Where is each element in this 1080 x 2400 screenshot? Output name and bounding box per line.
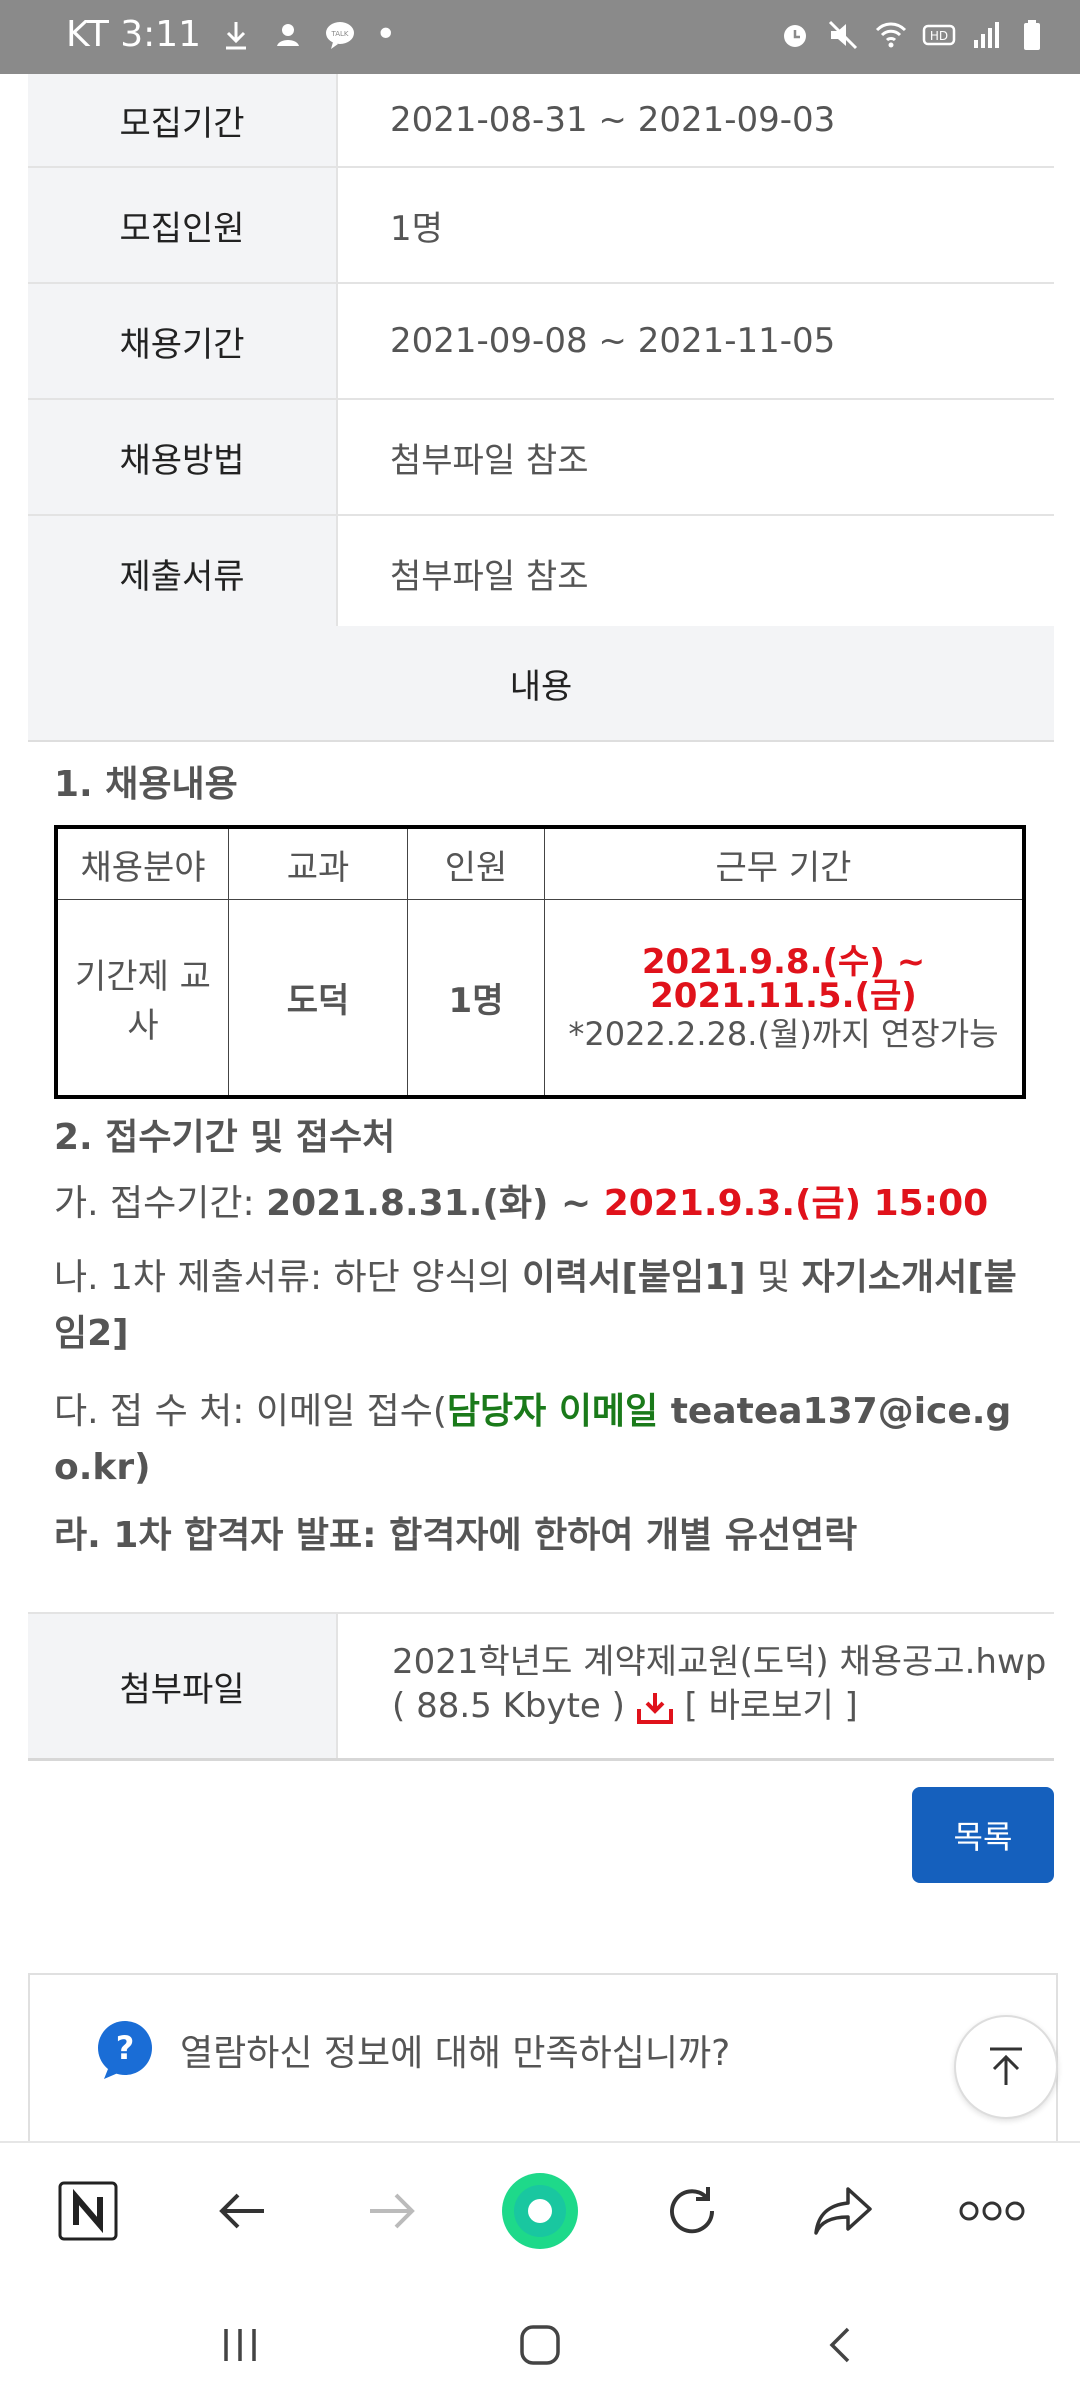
line-da-contact: 담당자 이메일 [446,1391,659,1432]
info-value: 첨부파일 참조 [390,440,589,481]
arrow-up-icon [990,2047,1022,2085]
battery-icon [1024,20,1040,50]
info-row-period: 모집기간 2021-08-31 ~ 2021-09-03 [28,74,1054,168]
table-cell-field: 기간제 교사 [55,899,229,1098]
line-na-mid: 및 [745,1257,802,1298]
share-icon [814,2187,872,2235]
naver-home-button[interactable] [48,2171,128,2251]
survey-question: 열람하신 정보에 대해 만족하십니까? [180,2033,731,2074]
attachment-label: 첨부파일 [28,1614,338,1758]
status-dot: • [375,14,397,55]
table-cell-count: 1명 [407,899,545,1098]
line-ga-end: 2021.9.3.(금) 15:00 [603,1183,989,1224]
content-header: 내용 [28,626,1054,742]
line-na: 나. 1차 제출서류: 하단 양식의 이력서[붙임1] 및 자기소개서[붙임2] [54,1250,1044,1362]
scroll-top-button[interactable] [954,2015,1058,2119]
table-cell-period: 2021.9.8.(수) ~ 2021.11.5.(금) *2022.2.28.… [544,899,1025,1098]
wifi-icon [875,22,907,48]
download-icon[interactable] [636,1691,674,1725]
info-value: 2021-08-31 ~ 2021-09-03 [390,100,836,140]
info-value: 첨부파일 참조 [390,556,589,597]
whale-button[interactable] [500,2171,580,2251]
svg-text:?: ? [116,2029,135,2067]
attachment-value: 2021학년도 계약제교원(도덕) 채용공고.hwp ( 88.5 Kbyte … [338,1614,1054,1758]
table-header: 근무 기간 [544,826,1025,900]
info-row-method: 채용방법 첨부파일 참조 [28,400,1054,516]
section2-title: 2. 접수기간 및 접수처 [54,1117,396,1158]
period-main: 2021.9.8.(수) ~ 2021.11.5.(금) [641,941,926,1016]
line-da-suffix: ) [134,1447,151,1488]
line-da: 다. 접 수 처: 이메일 접수(담당자 이메일 teatea137@ice.g… [54,1384,1044,1496]
line-ga-start: 2021.8.31.(화) ~ [266,1183,604,1224]
info-label: 모집인원 [28,168,338,282]
hd-icon: HD [922,24,956,46]
share-button[interactable] [804,2171,884,2251]
attachment-size: ( 88.5 Kbyte ) [392,1686,625,1726]
info-row-documents: 제출서류 첨부파일 참조 [28,516,1054,632]
attachment-preview-link[interactable]: [ 바로보기 ] [685,1686,858,1726]
info-label: 모집기간 [28,74,338,166]
info-row-count: 모집인원 1명 [28,168,1054,284]
forward-button[interactable] [352,2171,432,2251]
section1-title: 1. 채용내용 [54,764,238,805]
table-header: 인원 [407,826,545,900]
job-table: 채용분야 교과 인원 근무 기간 기간제 교사 도덕 1명 2021.9.8.(… [54,825,1026,1099]
line-na-doc1: 이력서[붙임1] [522,1257,746,1298]
line-na-prefix: 나. 1차 제출서류: 하단 양식의 [54,1257,523,1298]
recent-apps-icon [224,2329,256,2361]
svg-text:TALK: TALK [331,30,349,38]
status-bar: KT 3:11 TALK • HD [0,0,1080,74]
info-label: 제출서류 [28,516,338,630]
table-header: 채용분야 [55,826,229,900]
naver-home-icon [58,2181,118,2241]
line-ga: 가. 접수기간: 2021.8.31.(화) ~ 2021.9.3.(금) 15… [54,1176,1044,1232]
more-icon [959,2201,1025,2221]
info-value: 1명 [390,208,443,249]
kakaotalk-icon: TALK [326,21,355,49]
line-da-prefix: 다. 접 수 처: 이메일 접수( [54,1391,447,1432]
satisfaction-survey: ? 열람하신 정보에 대해 만족하십니까? [28,1973,1058,2155]
alarm-icon [784,25,806,47]
refresh-icon [670,2187,715,2234]
info-label: 채용기간 [28,284,338,398]
mute-icon [828,20,858,50]
status-time: KT 3:11 [66,14,202,55]
info-label: 채용방법 [28,400,338,514]
system-navigation-bar [0,2275,1080,2400]
back-arrow-icon [219,2193,264,2229]
download-icon [226,21,247,49]
recruit-info-table: 모집기간 2021-08-31 ~ 2021-09-03 모집인원 1명 채용기… [28,74,1054,632]
line-ra: 라. 1차 합격자 발표: 합격자에 한하여 개별 유선연락 [54,1515,858,1556]
table-cell-subject: 도덕 [228,899,408,1098]
recent-apps-button[interactable] [210,2315,270,2375]
whale-browser-icon [502,2173,578,2249]
nav-back-button[interactable] [812,2315,872,2375]
svg-text:HD: HD [930,29,948,43]
period-note: *2022.2.28.(월)까지 연장가능 [568,1014,999,1053]
question-icon: ? [98,2021,152,2079]
more-button[interactable] [952,2171,1032,2251]
refresh-button[interactable] [652,2171,732,2251]
attachment-file-link[interactable]: 2021학년도 계약제교원(도덕) 채용공고.hwp [392,1640,1054,1684]
home-button[interactable] [510,2315,570,2375]
line-ga-prefix: 가. 접수기간: [54,1183,267,1224]
notification-app-icon [277,23,300,46]
survey-question-row: ? 열람하신 정보에 대해 만족하십니까? [94,2019,730,2081]
browser-toolbar [0,2141,1080,2277]
home-icon [520,2325,560,2365]
nav-back-icon [829,2327,850,2363]
signal-icon [974,22,999,48]
info-value: 2021-09-08 ~ 2021-11-05 [390,321,836,361]
attachment-row: 첨부파일 2021학년도 계약제교원(도덕) 채용공고.hwp ( 88.5 K… [28,1612,1054,1761]
forward-arrow-icon [370,2193,415,2229]
back-button[interactable] [202,2171,282,2251]
list-button[interactable]: 목록 [912,1787,1054,1883]
table-header: 교과 [228,826,408,900]
info-row-employment-period: 채용기간 2021-09-08 ~ 2021-11-05 [28,284,1054,400]
